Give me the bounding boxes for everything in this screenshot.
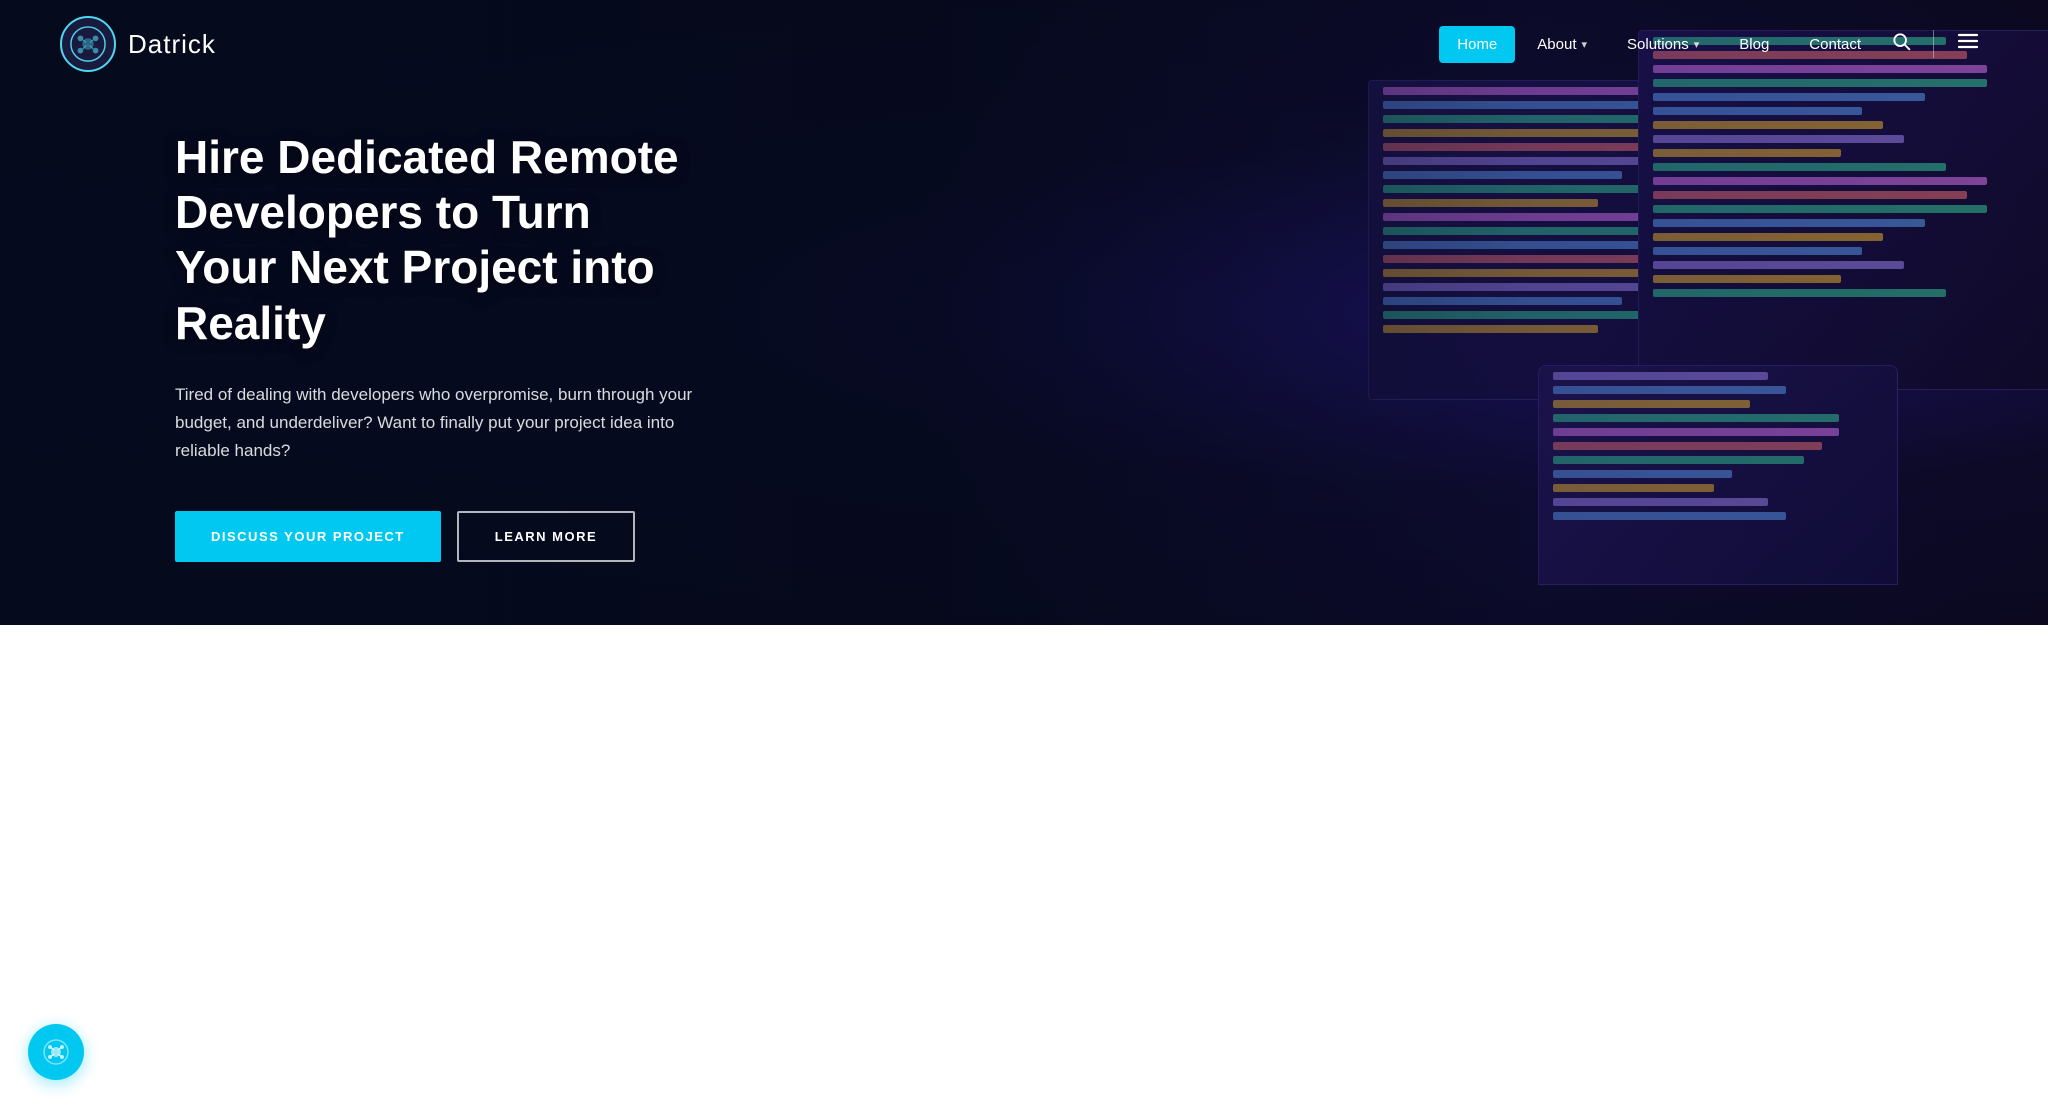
logo[interactable]: Datrick	[60, 16, 216, 72]
hamburger-menu-icon[interactable]	[1948, 21, 1988, 67]
nav-about[interactable]: About ▾	[1519, 26, 1605, 63]
nav-contact[interactable]: Contact	[1791, 26, 1879, 63]
search-icon[interactable]	[1883, 23, 1919, 65]
logo-icon	[60, 16, 116, 72]
nav-links: Home About ▾ Solutions ▾ Blog Contact	[1439, 21, 1988, 67]
hero-title: Hire Dedicated Remote Developers to Turn…	[175, 130, 700, 351]
nav-home[interactable]: Home	[1439, 26, 1515, 63]
brand-name: Datrick	[128, 29, 216, 60]
discuss-project-button[interactable]: DISCUSS YOUR PROJECT	[175, 511, 441, 562]
floating-action-button[interactable]	[28, 1024, 84, 1080]
learn-more-button[interactable]: LEARN MORE	[457, 511, 635, 562]
chevron-down-icon: ▾	[1581, 38, 1587, 51]
nav-blog[interactable]: Blog	[1721, 26, 1787, 63]
hero-section: Hire Dedicated Remote Developers to Turn…	[0, 0, 2048, 625]
nav-divider	[1933, 30, 1934, 58]
below-fold-section	[0, 625, 2048, 1108]
hero-buttons: DISCUSS YOUR PROJECT LEARN MORE	[175, 511, 700, 562]
nav-solutions[interactable]: Solutions ▾	[1609, 26, 1717, 63]
hero-subtitle: Tired of dealing with developers who ove…	[175, 381, 700, 465]
navbar: Datrick Home About ▾ Solutions ▾ Blog Co…	[0, 0, 2048, 88]
chevron-down-icon: ▾	[1694, 38, 1700, 51]
